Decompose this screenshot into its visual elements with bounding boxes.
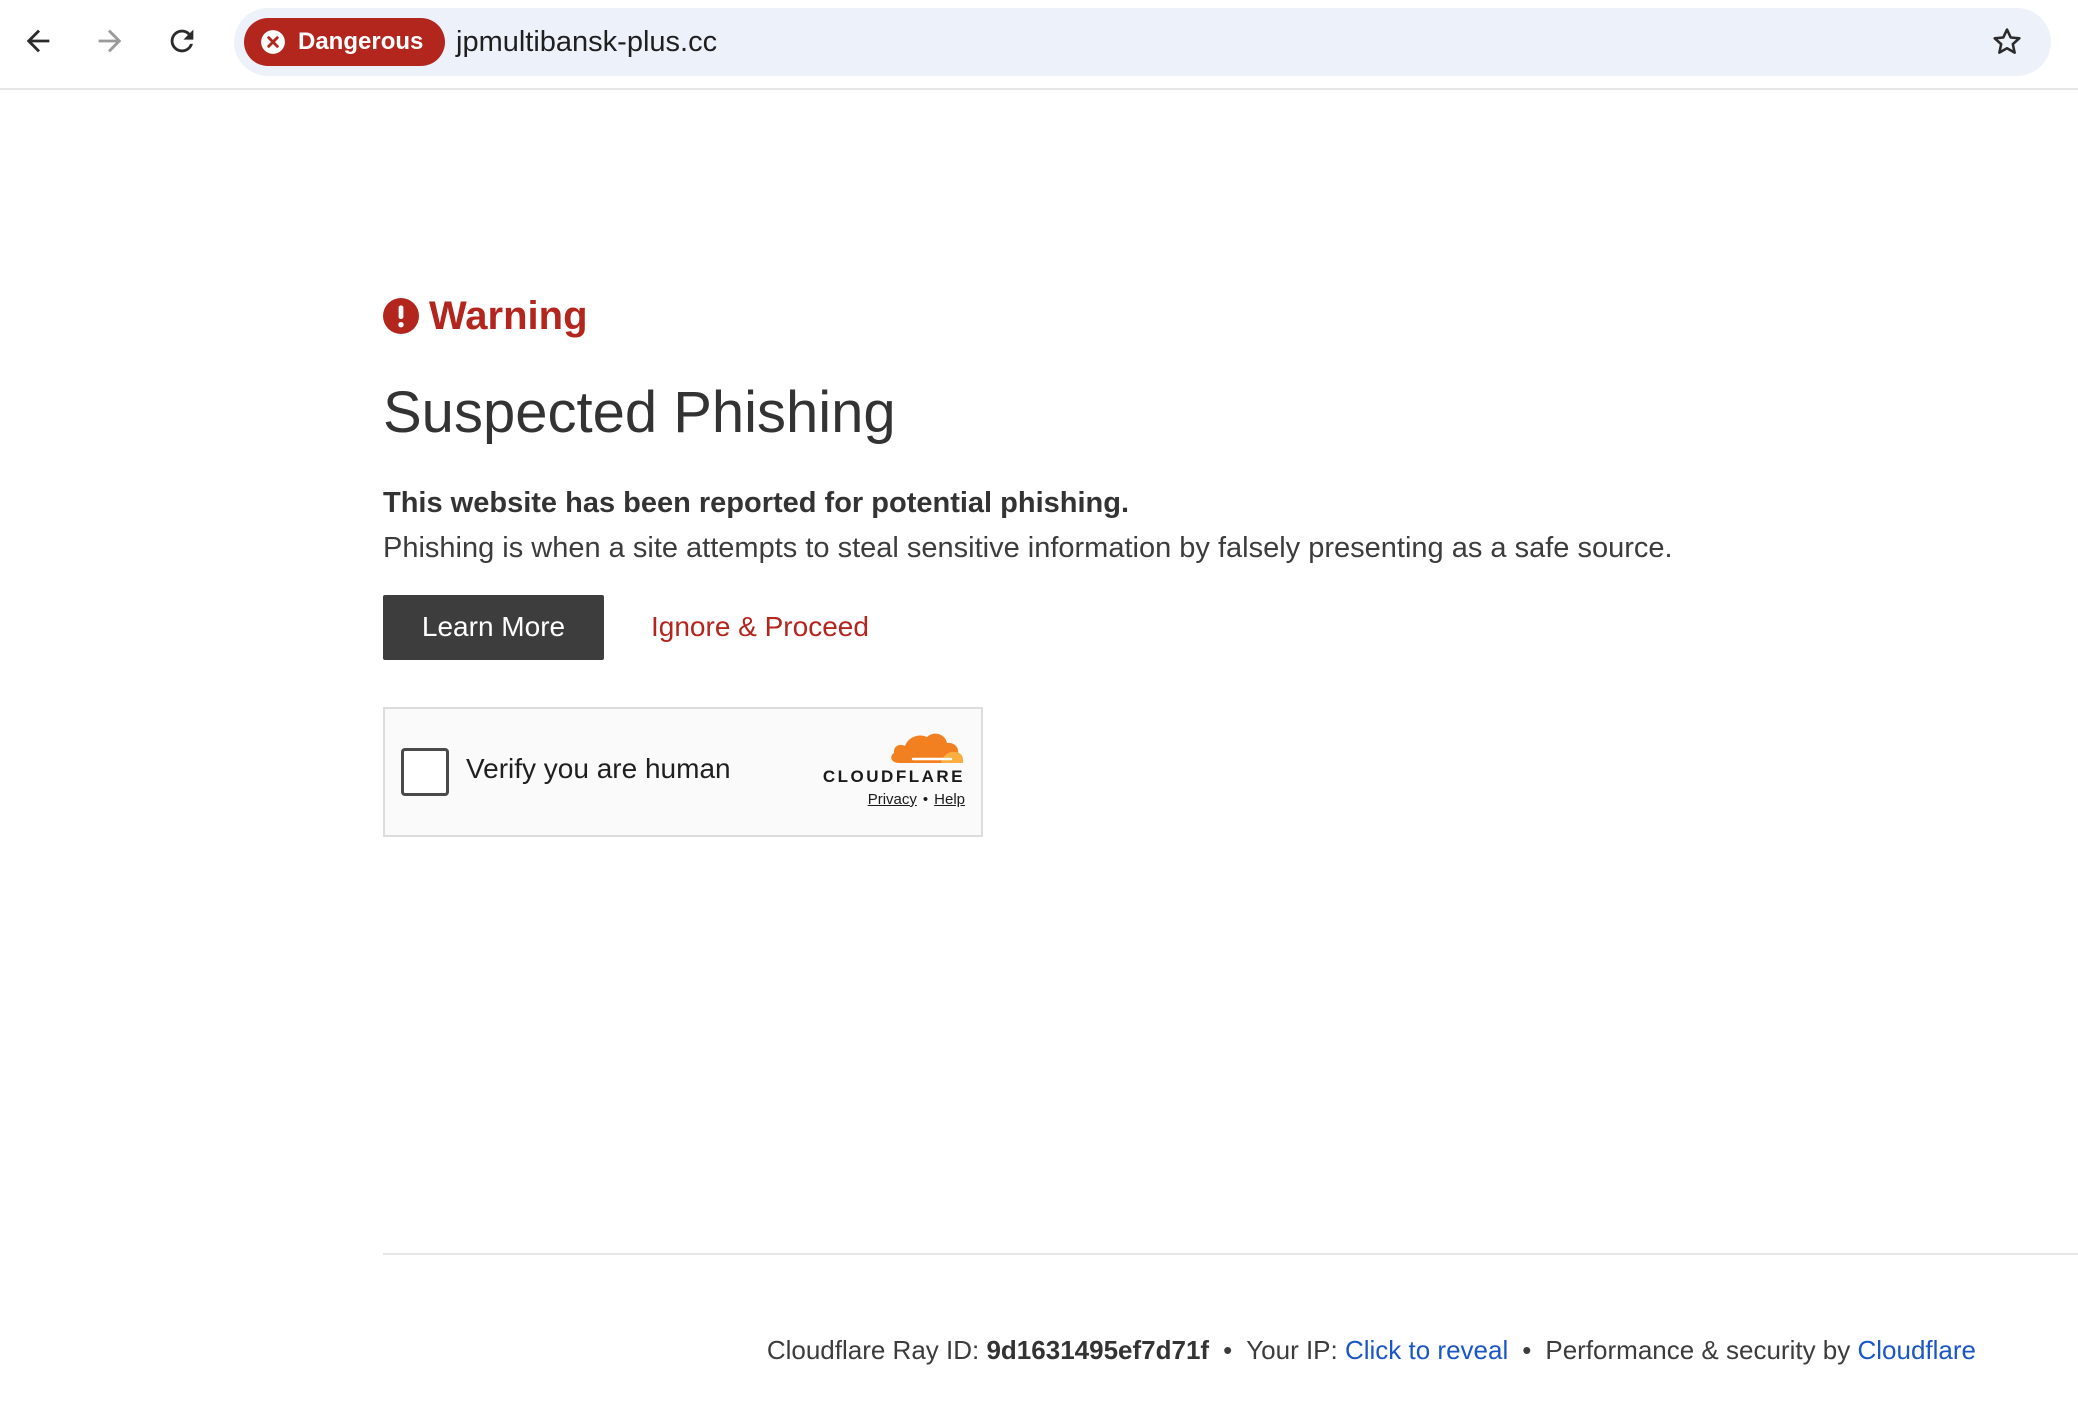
exclamation-circle-icon [383,298,419,334]
reload-button[interactable] [160,19,204,63]
ray-id-value: 9d1631495ef7d71f [986,1335,1210,1365]
verify-human-label: Verify you are human [466,752,731,784]
phishing-warning-panel: Warning Suspected Phishing This website … [383,290,1983,837]
privacy-link[interactable]: Privacy [868,791,917,808]
footer-separator: • [1223,1335,1233,1365]
help-link[interactable]: Help [934,791,965,808]
reload-icon [170,29,194,53]
warning-description: Phishing is when a site attempts to stea… [383,531,1673,564]
arrow-right-icon [98,29,122,53]
cloudflare-cloud-icon [891,733,964,763]
warning-lead: This website has been reported for poten… [383,486,1130,519]
footer-separator: • [1522,1335,1532,1365]
ray-id-label: Cloudflare Ray ID: [766,1335,980,1365]
back-button[interactable] [16,19,60,63]
turnstile-links: Privacy • Help [815,791,965,808]
security-status-label: Dangerous [298,28,424,55]
verify-human-checkbox[interactable] [401,747,449,796]
warning-header: Warning [383,290,1983,342]
browser-toolbar: Dangerous jpmultibansk-plus.cc [0,0,2078,90]
ignore-proceed-link[interactable]: Ignore & Proceed [651,611,869,643]
cloudflare-link[interactable]: Cloudflare [1857,1335,1976,1365]
warning-actions: Learn More Ignore & Proceed [383,594,1983,660]
footer-divider [383,1253,2078,1255]
address-bar[interactable]: Dangerous jpmultibansk-plus.cc [234,8,2051,76]
arrow-left-icon [26,29,50,53]
url-text[interactable]: jpmultibansk-plus.cc [456,8,717,76]
reveal-ip-link[interactable]: Click to reveal [1345,1335,1508,1365]
turnstile-widget: Verify you are human CLOUDFLARE Privacy •… [383,706,983,837]
performance-label: Performance & security by [1545,1335,1851,1365]
x-circle-icon [260,29,286,55]
link-separator: • [922,790,929,808]
learn-more-button[interactable]: Learn More [383,594,604,660]
bookmark-button[interactable] [1985,20,2029,64]
your-ip-label: Your IP: [1246,1335,1338,1365]
security-status-chip[interactable]: Dangerous [244,18,446,66]
page-title: Suspected Phishing [383,380,896,445]
star-outline-icon [1993,28,2021,54]
footer: Cloudflare Ray ID: 9d1631495ef7d71f • Your… [0,1335,1976,1366]
warning-label: Warning [429,293,588,338]
cloudflare-wordmark: CLOUDFLARE [822,766,965,786]
forward-button[interactable] [88,19,132,63]
cloudflare-brand: CLOUDFLARE Privacy • Help [815,729,965,808]
